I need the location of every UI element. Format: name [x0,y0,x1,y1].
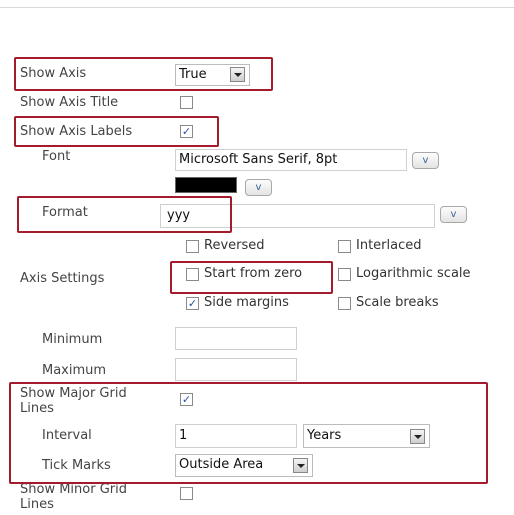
scale-breaks-checkbox[interactable] [338,297,351,310]
reversed-label: Reversed [204,238,265,253]
minimum-label: Minimum [42,332,103,347]
scale-breaks-label: Scale breaks [356,295,439,310]
side-margins-checkbox[interactable]: ✓ [186,297,199,310]
font-picker-button[interactable]: v [412,152,439,169]
show-axis-title-label: Show Axis Title [20,95,119,110]
logarithmic-scale-label: Logarithmic scale [356,266,471,281]
side-margins-label: Side margins [204,295,289,310]
maximum-input[interactable] [175,358,297,381]
highlight-box-start-from-zero [170,261,333,294]
logarithmic-scale-checkbox[interactable] [338,268,351,281]
interlaced-checkbox[interactable] [338,240,351,253]
format-picker-button[interactable]: v [440,206,467,223]
show-axis-title-checkbox[interactable] [180,96,193,109]
highlight-box-major-grid [9,382,488,484]
highlight-box-show-axis-labels [14,116,219,147]
maximum-label: Maximum [42,363,107,378]
font-field[interactable]: Microsoft Sans Serif, 8pt [175,149,407,171]
reversed-checkbox[interactable] [186,240,199,253]
minor-grid-checkbox[interactable] [180,487,193,500]
font-label: Font [42,149,71,164]
minor-grid-label-line1: Show Minor Grid [20,482,127,497]
top-divider [0,7,514,8]
minor-grid-label-line2: Lines [20,497,54,512]
font-value: Microsoft Sans Serif, 8pt [179,152,338,167]
color-picker-button[interactable]: v [245,179,272,196]
highlight-box-show-axis [14,57,273,91]
axis-settings-label: Axis Settings [20,271,105,286]
minimum-input[interactable] [175,327,297,350]
color-swatch[interactable] [175,177,237,193]
interlaced-label: Interlaced [356,238,422,253]
highlight-box-format [17,196,232,233]
